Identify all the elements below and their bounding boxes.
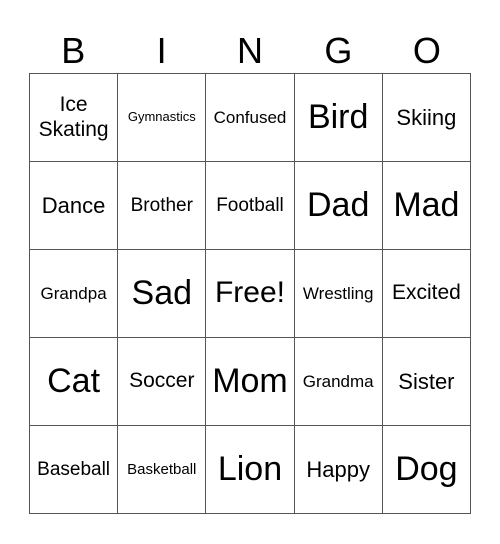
bingo-cell[interactable]: Lion: [206, 426, 295, 514]
bingo-cell[interactable]: Mom: [206, 338, 295, 426]
bingo-cell[interactable]: Cat: [30, 338, 119, 426]
bingo-cell[interactable]: Ice Skating: [30, 74, 119, 162]
header-letter-n: N: [237, 30, 264, 71]
header-letter-b: B: [61, 30, 86, 71]
bingo-cell[interactable]: Brother: [118, 162, 207, 250]
bingo-cell[interactable]: Soccer: [118, 338, 207, 426]
header-letter-o: O: [412, 30, 441, 71]
free-space[interactable]: Free!: [206, 250, 295, 338]
bingo-cell[interactable]: Baseball: [30, 426, 119, 514]
header-letter-g: G: [324, 30, 353, 71]
bingo-card: Ice Skating Gymnastics Confused Bird Ski…: [29, 73, 471, 514]
bingo-cell[interactable]: Mad: [382, 162, 471, 250]
bingo-header: B I N G O: [29, 28, 471, 73]
bingo-cell[interactable]: Confused: [206, 74, 295, 162]
header-letter-i: I: [156, 30, 167, 71]
bingo-cell[interactable]: Basketball: [118, 426, 207, 514]
bingo-cell[interactable]: Happy: [294, 426, 383, 514]
bingo-cell[interactable]: Sad: [118, 250, 207, 338]
bingo-cell[interactable]: Bird: [294, 74, 383, 162]
bingo-cell[interactable]: Dance: [30, 162, 119, 250]
bingo-cell[interactable]: Football: [206, 162, 295, 250]
bingo-cell[interactable]: Dog: [382, 426, 471, 514]
bingo-cell[interactable]: Sister: [382, 338, 471, 426]
bingo-cell[interactable]: Skiing: [382, 74, 471, 162]
bingo-cell[interactable]: Grandma: [294, 338, 383, 426]
bingo-cell[interactable]: Gymnastics: [118, 74, 207, 162]
bingo-cell[interactable]: Grandpa: [30, 250, 119, 338]
bingo-cell[interactable]: Excited: [382, 250, 471, 338]
bingo-cell[interactable]: Dad: [294, 162, 383, 250]
bingo-cell[interactable]: Wrestling: [294, 250, 383, 338]
